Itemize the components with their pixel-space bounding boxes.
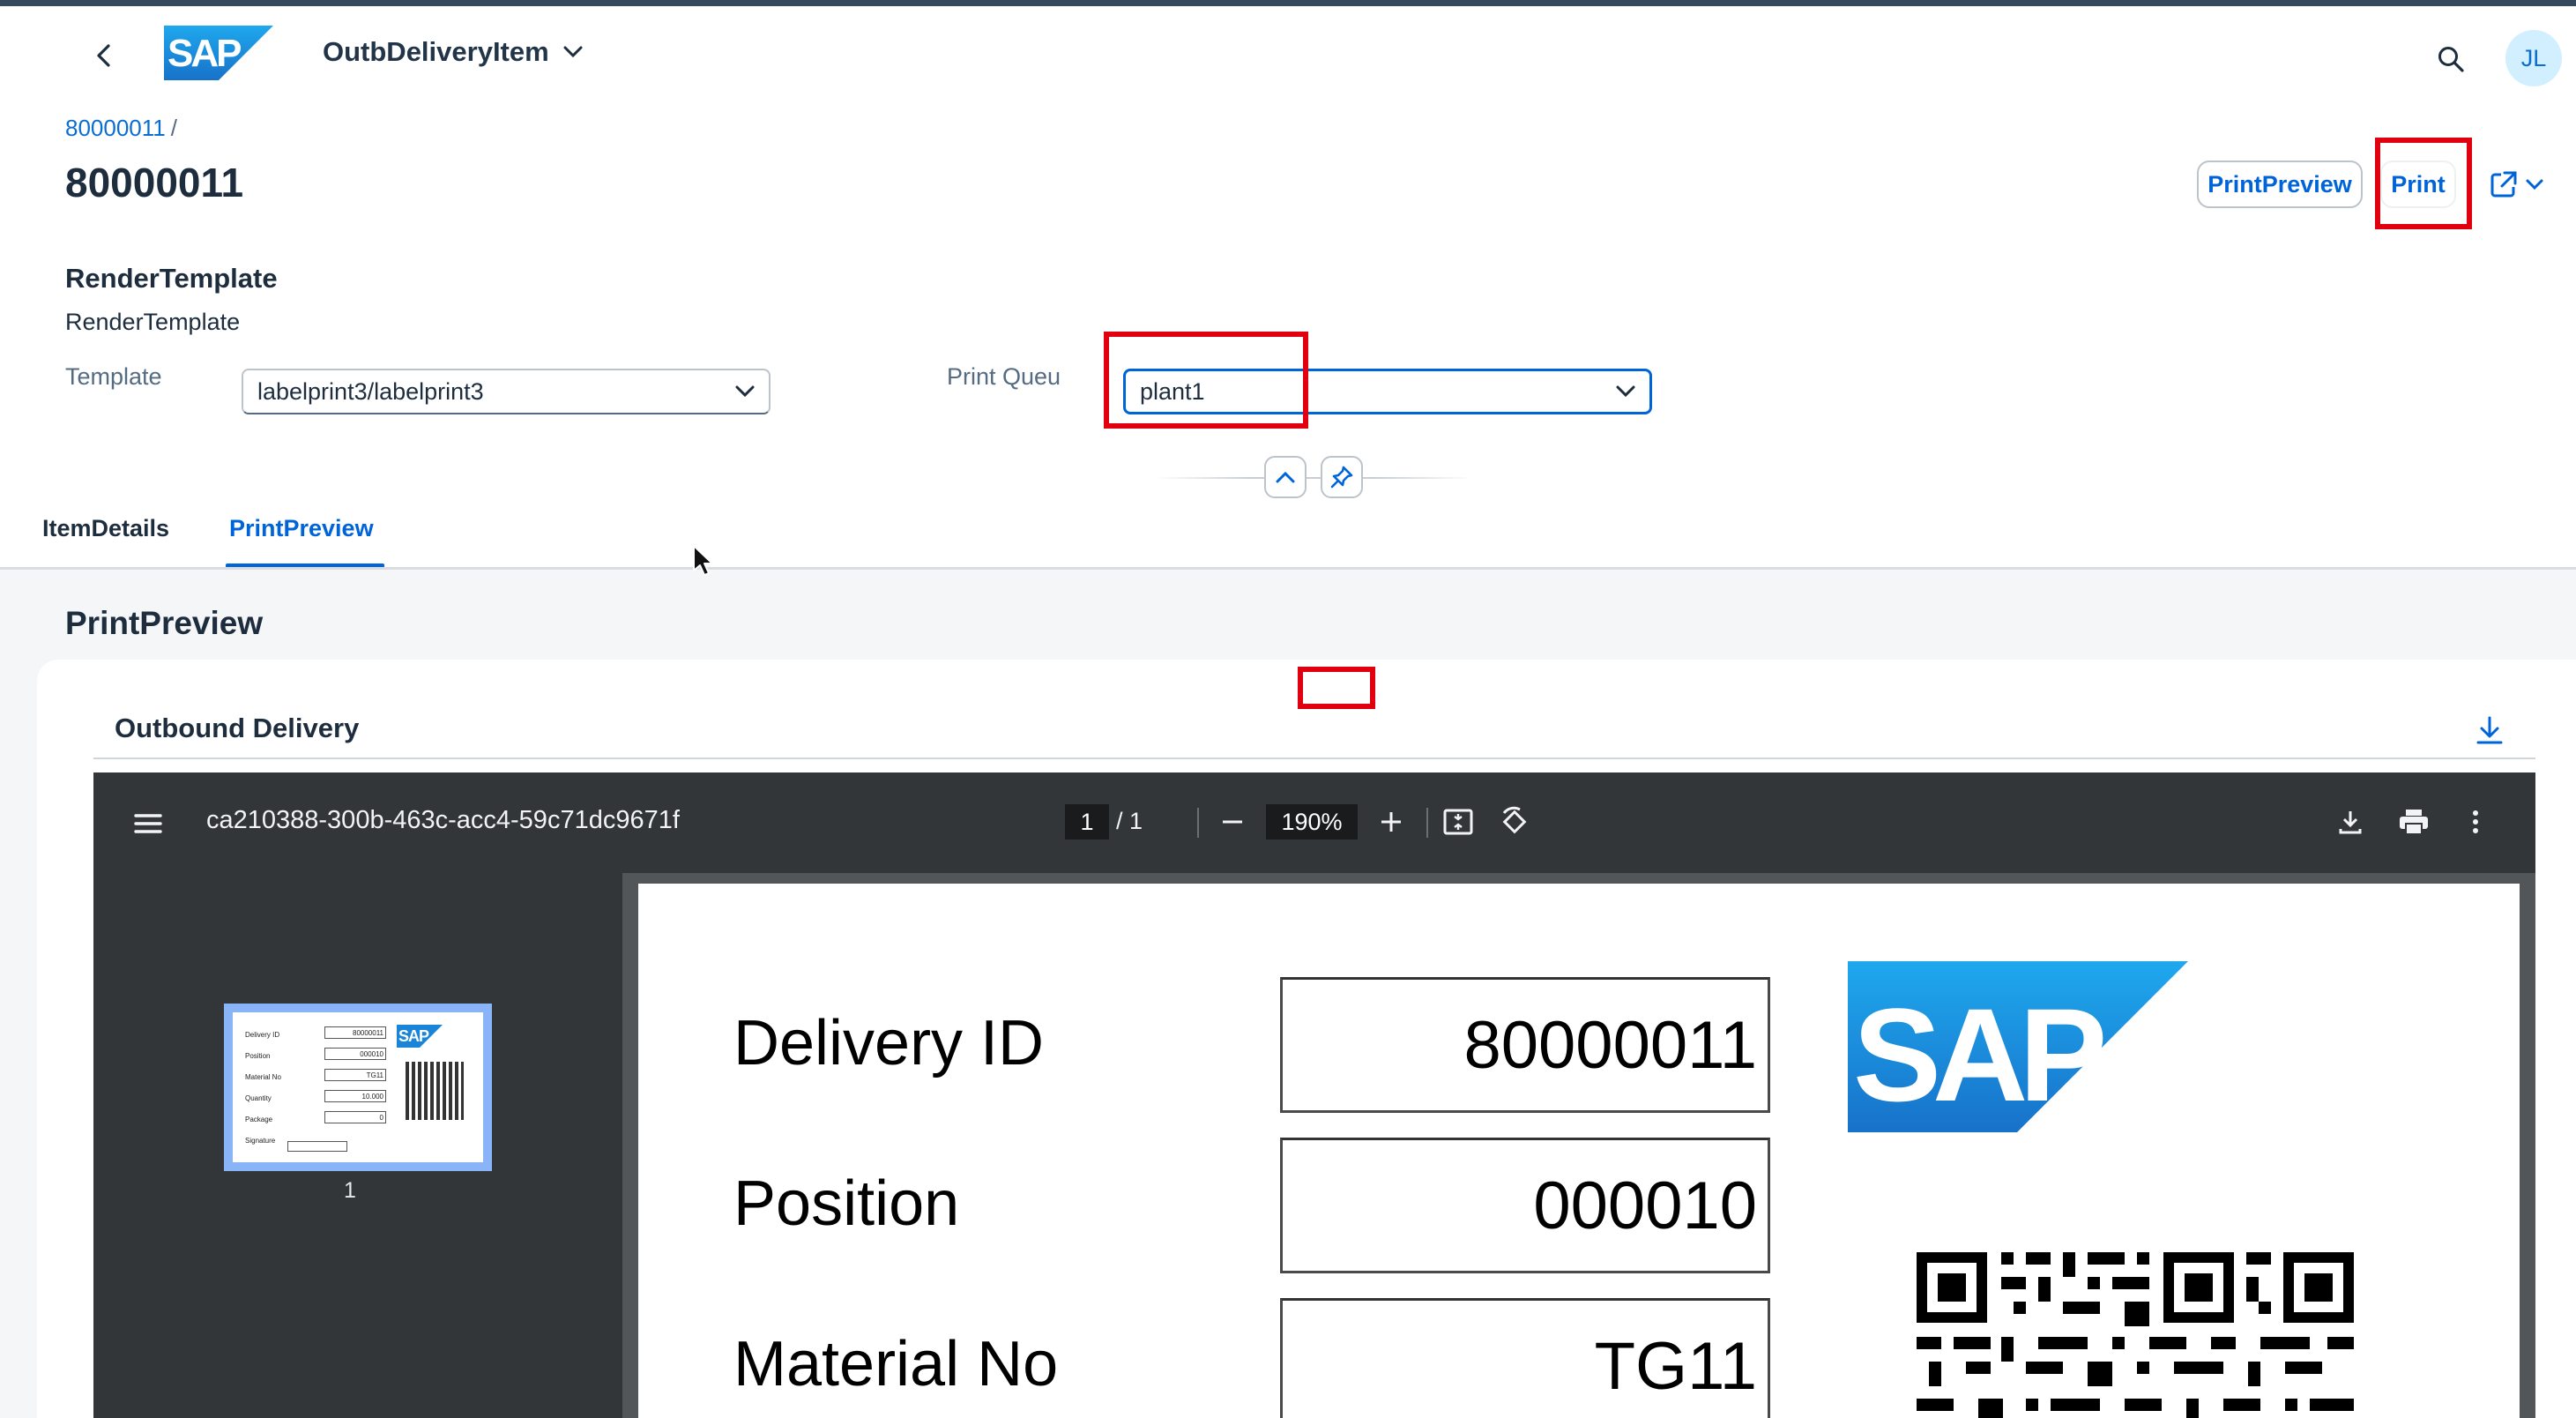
chevron-down-icon [563,46,583,58]
highlight-box-marker [1298,667,1375,709]
plus-icon [1381,812,1401,832]
rotate-icon [1502,806,1527,834]
app-title: OutbDeliveryItem [323,36,549,67]
thumb-page-number: 1 [344,1178,356,1203]
page-title: 80000011 [65,160,244,205]
zoom-out-button[interactable] [1213,802,1252,841]
doc-sap-logo: SAP [1848,961,2188,1132]
pdf-page-input[interactable]: 1 [1065,804,1109,840]
render-template-title: RenderTemplate [65,263,278,294]
breadcrumb-separator: / [170,115,177,141]
pdf-viewer: ca210388-300b-463c-acc4-59c71dc9671f 1 /… [93,772,2535,1418]
search-icon [2438,47,2464,72]
collapse-header-button[interactable] [1264,456,1307,498]
share-menu-button[interactable] [2477,162,2555,206]
card-divider [93,758,2535,759]
pdf-page-total: / 1 [1116,808,1143,834]
pdf-menu-button[interactable] [129,804,168,843]
fit-page-icon [1443,809,1473,835]
doc-label-position: Position [733,1168,960,1239]
menu-icon [134,814,162,833]
pin-header-button[interactable] [1321,456,1363,498]
highlight-box-print [2375,138,2472,229]
doc-qr-code [1917,1252,2354,1418]
page-thumbnail-content: Delivery ID Position Material No Quantit… [233,1012,483,1162]
tab-print-preview[interactable]: PrintPreview [229,515,374,542]
thumb-label: Material No [245,1073,281,1081]
sap-logo[interactable]: SAP [164,26,273,80]
shell-bar: SAP OutbDeliveryItem JL [0,6,2576,101]
thumb-label: Quantity [245,1094,272,1102]
pdf-thumbnail-sidebar: Delivery ID Position Material No Quantit… [93,873,622,1418]
print-queue-label: Print Queu [947,363,1061,390]
top-border [0,0,2576,6]
doc-value-position: 000010 [1280,1138,1770,1273]
svg-text:SAP: SAP [168,32,241,75]
user-avatar[interactable]: JL [2505,30,2562,86]
thumb-qr-code [406,1062,464,1120]
download-icon [2476,716,2503,744]
chevron-up-icon [1276,471,1295,483]
print-preview-button[interactable]: PrintPreview [2197,160,2363,208]
breadcrumb-link[interactable]: 80000011 [65,115,166,141]
template-select[interactable]: labelprint3/labelprint3 [242,369,771,414]
chevron-down-icon [735,385,755,398]
printer-icon [2400,810,2428,835]
pdf-print-button[interactable] [2394,802,2433,841]
pdf-toolbar: ca210388-300b-463c-acc4-59c71dc9671f 1 /… [93,772,2535,873]
zoom-in-button[interactable] [1372,802,1411,841]
more-vertical-icon [2473,810,2478,833]
section-title-print-preview: PrintPreview [65,605,264,641]
tab-item-details[interactable]: ItemDetails [42,515,169,542]
thumb-label: Position [245,1052,271,1060]
search-button[interactable] [2430,38,2472,80]
back-icon [97,44,110,67]
doc-value-material-no: TG11 [1280,1298,1770,1418]
doc-value-delivery-id: 80000011 [1280,977,1770,1113]
fit-page-button[interactable] [1439,802,1478,841]
page-thumbnail[interactable]: Delivery ID Position Material No Quantit… [224,1004,492,1171]
pdf-download-button[interactable] [2331,802,2370,841]
template-label: Template [65,363,162,390]
app-title-menu[interactable]: OutbDeliveryItem [323,36,583,68]
thumb-value: TG11 [324,1069,386,1081]
card-download-button[interactable] [2470,711,2509,750]
back-button[interactable] [85,36,123,75]
breadcrumb: 80000011/ [65,115,177,142]
thumb-label: Package [245,1116,273,1123]
chevron-down-icon [2526,179,2543,190]
render-template-subtitle: RenderTemplate [65,309,241,335]
chevron-down-icon [1616,385,1635,398]
pdf-file-name: ca210388-300b-463c-acc4-59c71dc9671f [206,806,680,834]
minus-icon [1223,820,1242,824]
thumb-value: 10.000 [324,1090,386,1102]
thumb-value: 000010 [324,1048,386,1060]
pin-icon [1330,466,1353,489]
download-icon [2339,811,2362,834]
rotate-button[interactable] [1495,802,1534,841]
doc-label-delivery-id: Delivery ID [733,1008,1045,1078]
card-title: Outbound Delivery [115,713,360,743]
svg-text:SAP: SAP [398,1027,429,1045]
thumb-value: 80000011 [324,1026,386,1039]
template-value: labelprint3/labelprint3 [257,377,484,405]
thumb-signature-box [287,1141,347,1152]
share-icon [2490,171,2517,198]
thumb-sap-logo: SAP [397,1025,443,1048]
header-divider [1155,477,1472,479]
mouse-cursor-icon [693,545,713,576]
doc-label-material-no: Material No [733,1329,1059,1399]
highlight-box-print-queue [1104,332,1308,429]
thumb-label: Signature [245,1137,276,1145]
pdf-more-button[interactable] [2456,802,2495,841]
svg-text:SAP: SAP [1853,981,2103,1129]
pdf-zoom-input[interactable]: 190% [1266,804,1358,840]
toolbar-divider [1197,808,1199,838]
thumb-label: Delivery ID [245,1031,280,1039]
toolbar-divider [1426,808,1428,838]
thumb-value: 0 [324,1111,386,1123]
pdf-page: Delivery ID 80000011 Position 000010 Mat… [638,884,2520,1418]
